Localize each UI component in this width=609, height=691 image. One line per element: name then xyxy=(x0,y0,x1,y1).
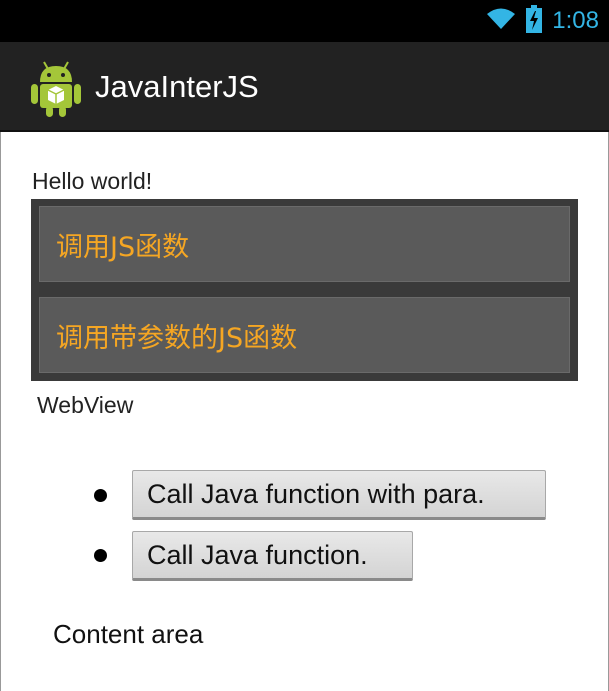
call-java-function-button[interactable]: Call Java function. xyxy=(132,531,413,581)
call-js-function-with-params-button[interactable]: 调用带参数的JS函数 xyxy=(39,297,570,373)
status-time: 1:08 xyxy=(552,7,599,34)
hello-text: Hello world! xyxy=(32,168,153,194)
battery-icon xyxy=(526,5,543,37)
bullet-icon xyxy=(94,549,107,562)
action-bar: JavaInterJS xyxy=(0,42,609,132)
status-icons: 1:08 xyxy=(486,0,599,42)
call-java-function-with-para-button[interactable]: Call Java function with para. xyxy=(132,470,546,520)
content-area-text: Content area xyxy=(53,619,204,649)
status-bar: 1:08 xyxy=(0,0,609,42)
left-border xyxy=(0,132,1,691)
wifi-icon xyxy=(486,7,516,35)
webview-label: WebView xyxy=(37,392,134,418)
button-panel: 调用JS函数 调用带参数的JS函数 xyxy=(31,199,578,381)
app-title: JavaInterJS xyxy=(95,69,259,104)
android-app-icon[interactable] xyxy=(28,58,84,118)
call-js-function-button[interactable]: 调用JS函数 xyxy=(39,206,570,282)
bullet-icon xyxy=(94,489,107,502)
